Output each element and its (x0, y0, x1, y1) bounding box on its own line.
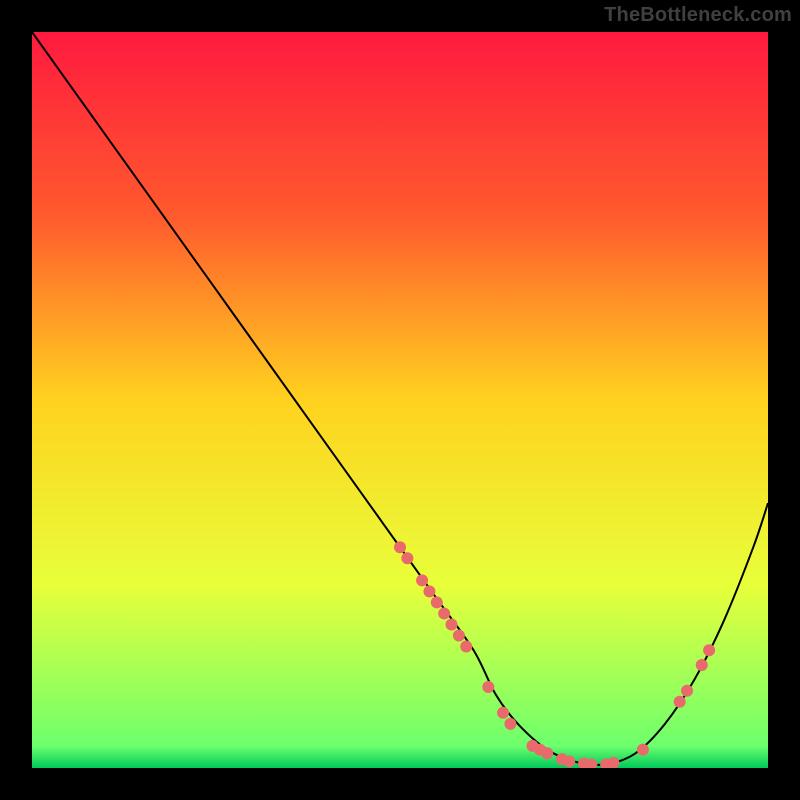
data-point (637, 744, 649, 756)
gradient-background (32, 32, 768, 768)
data-point (563, 755, 575, 767)
chart-frame: TheBottleneck.com (0, 0, 800, 800)
data-point (438, 607, 450, 619)
chart-svg (32, 32, 768, 768)
data-point (423, 585, 435, 597)
data-point (401, 552, 413, 564)
data-point (431, 596, 443, 608)
data-point (497, 707, 509, 719)
watermark-text: TheBottleneck.com (604, 4, 792, 27)
data-point (416, 574, 428, 586)
plot-area (32, 32, 768, 768)
data-point (446, 618, 458, 630)
data-point (681, 685, 693, 697)
data-point (696, 659, 708, 671)
data-point (541, 747, 553, 759)
data-point (482, 681, 494, 693)
data-point (394, 541, 406, 553)
data-point (504, 718, 516, 730)
data-point (674, 696, 686, 708)
data-point (460, 641, 472, 653)
data-point (703, 644, 715, 656)
data-point (453, 630, 465, 642)
